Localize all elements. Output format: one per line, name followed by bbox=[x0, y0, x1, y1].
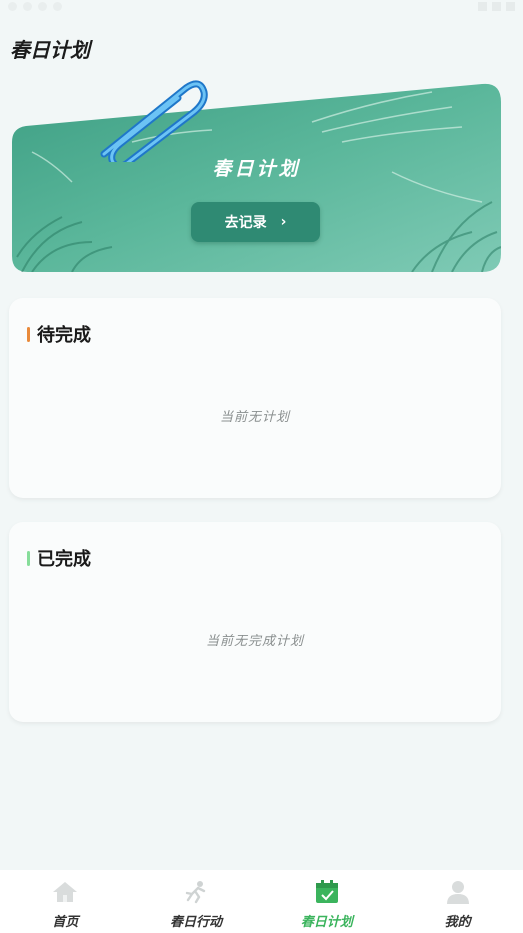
tab-spring-plan[interactable]: 春日计划 bbox=[262, 870, 393, 933]
tab-mine[interactable]: 我的 bbox=[392, 870, 523, 933]
calendar-check-icon bbox=[315, 880, 338, 903]
status-right-icons bbox=[478, 1, 515, 11]
record-button[interactable]: 去记录 › bbox=[191, 202, 320, 242]
notification-icon bbox=[23, 1, 32, 11]
home-icon bbox=[53, 882, 78, 902]
running-icon bbox=[185, 881, 206, 904]
notification-icon bbox=[8, 1, 17, 11]
tab-spring-action[interactable]: 春日行动 bbox=[131, 870, 262, 933]
wifi-icon bbox=[478, 1, 487, 11]
record-button-label: 去记录 bbox=[224, 215, 267, 231]
completed-title: 已完成 bbox=[37, 549, 91, 570]
user-icon bbox=[446, 881, 469, 904]
tab-spring-plan-label: 春日计划 bbox=[300, 915, 353, 930]
paperclip-icon bbox=[100, 80, 208, 162]
battery-icon bbox=[506, 1, 515, 11]
page-title: 春日计划 bbox=[10, 38, 90, 62]
signal-icon bbox=[492, 1, 501, 11]
pending-card: 待完成 当前无计划 bbox=[9, 298, 501, 498]
tab-mine-label: 我的 bbox=[444, 915, 471, 930]
pending-header: 待完成 bbox=[27, 321, 91, 347]
pending-title: 待完成 bbox=[37, 325, 91, 346]
status-bar bbox=[0, 0, 523, 12]
completed-accent-bar bbox=[27, 550, 30, 566]
pending-accent-bar bbox=[27, 326, 30, 342]
tab-bar: 首页 春日行动 春日计划 我的 bbox=[0, 870, 523, 933]
chevron-right-icon: › bbox=[280, 214, 287, 230]
completed-card: 已完成 当前无完成计划 bbox=[9, 522, 501, 722]
notification-icon bbox=[53, 1, 62, 11]
plan-banner: 春日计划 去记录 › bbox=[12, 80, 501, 272]
tab-spring-action-label: 春日行动 bbox=[170, 915, 223, 930]
completed-header: 已完成 bbox=[27, 545, 91, 571]
pending-empty-text: 当前无计划 bbox=[219, 410, 290, 425]
status-left-icons bbox=[8, 1, 62, 11]
banner-title: 春日计划 bbox=[212, 158, 301, 180]
tab-home-label: 首页 bbox=[52, 915, 79, 930]
notification-icon bbox=[38, 1, 47, 11]
tab-home[interactable]: 首页 bbox=[0, 870, 131, 933]
completed-empty-text: 当前无完成计划 bbox=[205, 634, 304, 649]
